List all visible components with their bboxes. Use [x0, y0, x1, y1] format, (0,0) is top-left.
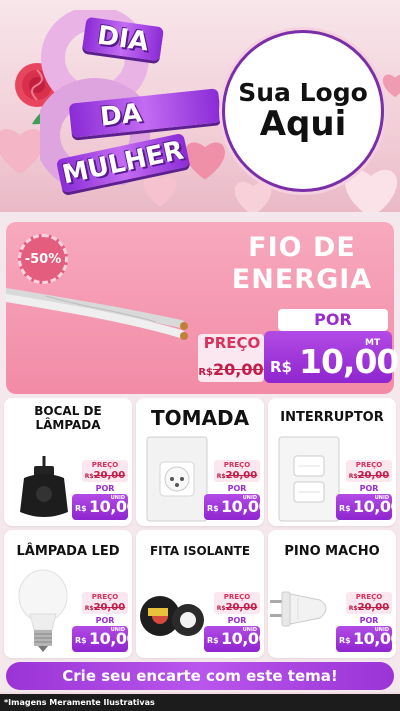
- old-currency: R$: [198, 367, 214, 378]
- old-label: PREÇO: [91, 593, 119, 601]
- product-card-tomada[interactable]: TOMADA PREÇOR$20,00 POR R$10,00UNID: [136, 398, 264, 526]
- por-label: POR: [95, 484, 115, 493]
- featured-product-title: FIO DE ENERGIA: [231, 232, 373, 296]
- product-card-bocal[interactable]: BOCAL DE LÂMPADA PREÇO R$20,00 POR R$ 10,0…: [4, 398, 132, 526]
- new-currency: R$: [75, 504, 87, 513]
- new-price-tag: R$10,00UNID: [72, 626, 132, 652]
- product-name: BOCAL DE LÂMPADA: [34, 404, 102, 433]
- old-currency: R$: [84, 473, 94, 480]
- logo-line-2: Aqui: [259, 104, 347, 145]
- old-value: 20,00: [225, 470, 258, 481]
- product-name: LÂMPADA LED: [16, 544, 120, 559]
- cable-image: [6, 282, 206, 346]
- featured-new-currency: R$: [270, 358, 292, 376]
- unit: UNID: [374, 495, 389, 501]
- plug-image: [270, 586, 336, 638]
- old-value: 20,00: [213, 360, 264, 379]
- old-currency: R$: [216, 605, 226, 612]
- product-name: INTERRUPTOR: [280, 410, 384, 425]
- unit: UNID: [242, 627, 257, 633]
- product-card-lampada-led[interactable]: LÂMPADA LED PREÇOR$20,00 POR R$10,00UNID: [4, 530, 132, 658]
- old-currency: R$: [348, 473, 358, 480]
- new-price-tag: R$10,00UNID: [72, 494, 132, 520]
- bulb-image: [18, 568, 68, 658]
- old-price-tag: PREÇO R$20,00: [346, 592, 392, 614]
- socket-image: [14, 456, 74, 526]
- new-currency: R$: [339, 636, 351, 645]
- header-banner: DIA DA MULHER Sua Logo Aqui: [0, 0, 400, 215]
- unit: UNID: [110, 627, 125, 633]
- new-price-tag: R$10,00UNID: [204, 494, 264, 520]
- old-currency: R$: [84, 605, 94, 612]
- old-label: PREÇO: [91, 461, 119, 469]
- heart-icon: [380, 70, 400, 98]
- logo-line-1: Sua Logo: [238, 77, 368, 107]
- featured-old-price-label: PREÇO: [203, 334, 261, 352]
- old-currency: R$: [348, 605, 358, 612]
- featured-unit: MT: [365, 338, 381, 348]
- product-card-pino-macho[interactable]: PINO MACHO PREÇOR$20,00 POR R$10,00UNID: [268, 530, 396, 658]
- old-price-tag: PREÇO R$20,00: [82, 460, 128, 482]
- unit: UNID: [242, 495, 257, 501]
- old-price-tag: PREÇO R$20,00: [346, 460, 392, 482]
- new-currency: R$: [75, 636, 87, 645]
- old-price-tag: PREÇO R$20,00: [82, 592, 128, 614]
- logo-placeholder[interactable]: Sua Logo Aqui: [222, 30, 384, 192]
- por-label: POR: [227, 484, 247, 493]
- old-label: PREÇO: [223, 593, 251, 601]
- por-label: POR: [227, 616, 247, 625]
- switch-image: [278, 436, 340, 526]
- new-price-tag: R$10,00UNID: [336, 494, 396, 520]
- old-value: 20,00: [357, 602, 390, 613]
- new-price-tag: R$10,00UNID: [336, 626, 396, 652]
- disclaimer-text: *Imagens Meramente Ilustrativas: [0, 694, 400, 711]
- featured-old-price: R$20,00: [198, 360, 264, 379]
- old-price-tag: PREÇO R$20,00: [214, 592, 260, 614]
- featured-por-label: POR: [278, 309, 388, 331]
- old-price-tag: PREÇO R$20,00: [214, 460, 260, 482]
- unit: UNID: [110, 495, 125, 501]
- product-card-fita-isolante[interactable]: FITA ISOLANTE PREÇOR$20,00 POR R$10,00UN…: [136, 530, 264, 658]
- discount-badge: -50%: [18, 234, 68, 284]
- por-label: POR: [359, 484, 379, 493]
- new-price-tag: R$10,00UNID: [204, 626, 264, 652]
- por-label: POR: [359, 616, 379, 625]
- old-value: 20,00: [225, 602, 258, 613]
- old-label: PREÇO: [355, 461, 383, 469]
- old-label: PREÇO: [355, 593, 383, 601]
- unit: UNID: [374, 627, 389, 633]
- product-name: FITA ISOLANTE: [149, 544, 251, 558]
- product-name: PINO MACHO: [284, 544, 380, 559]
- outlet-image: [146, 436, 208, 526]
- por-label: POR: [95, 616, 115, 625]
- create-flyer-button[interactable]: Crie seu encarte com este tema!: [6, 662, 394, 690]
- product-card-interruptor[interactable]: INTERRUPTOR PREÇOR$20,00 POR R$10,00UNID: [268, 398, 396, 526]
- new-currency: R$: [339, 504, 351, 513]
- old-value: 20,00: [93, 470, 126, 481]
- product-name: TOMADA: [150, 406, 250, 430]
- tape-image: [138, 586, 208, 646]
- new-currency: R$: [207, 504, 219, 513]
- new-currency: R$: [207, 636, 219, 645]
- old-currency: R$: [216, 473, 226, 480]
- old-value: 20,00: [93, 602, 126, 613]
- old-value: 20,00: [357, 470, 390, 481]
- old-label: PREÇO: [223, 461, 251, 469]
- featured-new-price: 10,00: [299, 342, 399, 381]
